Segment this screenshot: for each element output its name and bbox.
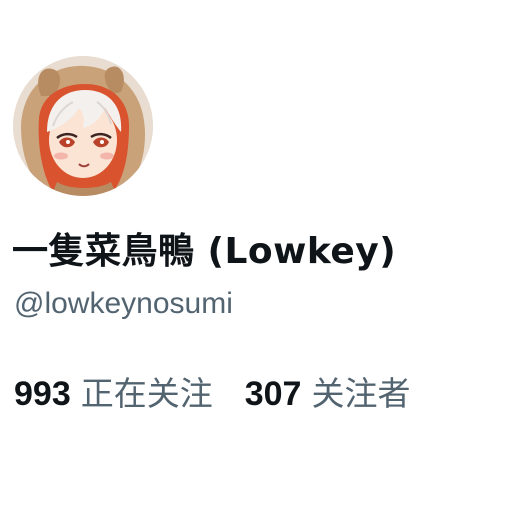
follow-stats: 993 正在关注 307 关注者 [14, 372, 410, 416]
following-count: 993 [14, 375, 71, 413]
user-handle: @lowkeynosumi [14, 287, 233, 320]
profile-header: 一隻菜鳥鴨 (Lowkey) @lowkeynosumi 993 正在关注 30… [0, 0, 512, 512]
followers-link[interactable]: 307 关注者 [245, 372, 411, 416]
following-link[interactable]: 993 正在关注 [14, 372, 213, 416]
avatar[interactable] [13, 56, 153, 196]
anime-character-avatar-icon [13, 56, 153, 196]
display-name: 一隻菜鳥鴨 (Lowkey) [12, 231, 397, 272]
followers-label: 关注者 [311, 374, 411, 413]
followers-count: 307 [244, 375, 302, 413]
following-label: 正在关注 [80, 374, 213, 413]
